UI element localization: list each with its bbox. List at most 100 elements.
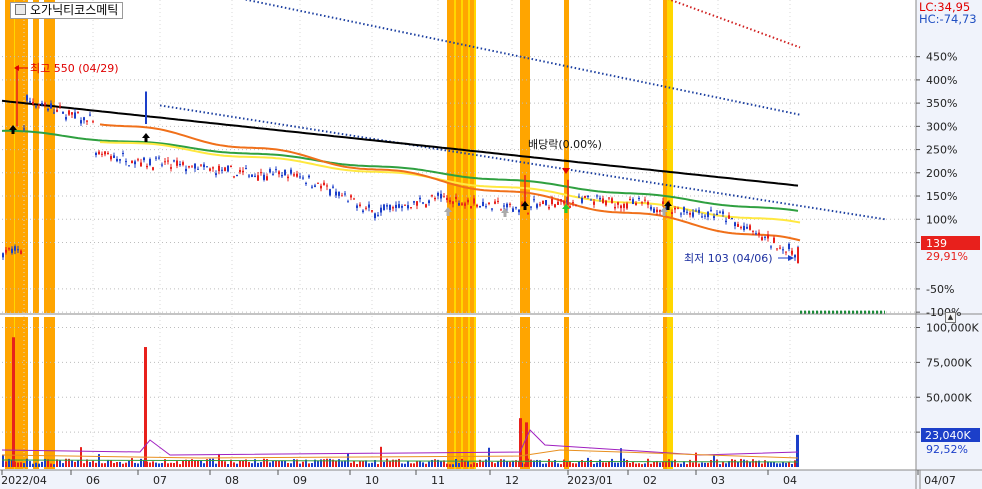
volume-bar [665,461,667,467]
candle-body [614,206,616,209]
candle-body [491,208,493,210]
stock-chart: 450%400%350%300%250%200%150%100%50%-50%-… [0,0,982,489]
volume-bar [413,463,415,467]
volume-spike-bar [525,422,528,467]
candle-body [728,215,730,219]
candle-body [767,234,769,239]
candle-body [398,204,400,208]
volume-bar [446,463,448,467]
volume-bar [359,461,361,467]
volume-bar [599,459,601,467]
candle-body [470,206,472,209]
volume-bar [281,460,283,467]
candle-body [452,201,454,204]
volume-bar [548,459,550,467]
candle-body [134,161,136,165]
candle-body [734,222,736,227]
candle-body [329,189,331,196]
volume-bar [89,462,91,467]
candle-body [92,121,94,123]
volume-bar [170,462,172,467]
volume-bar [158,463,160,467]
volume-bar [569,461,571,467]
volume-bar [680,463,682,467]
volume-bar [641,464,643,467]
candle-body [773,237,775,244]
volume-bar [506,461,508,467]
y-tick-label: -100% [926,306,961,319]
volume-bar [260,462,262,467]
volume-bar [779,463,781,467]
volume-bar [161,462,163,467]
candle-body [716,213,718,215]
candle-body [683,207,685,213]
volume-tick-label: 75,000K [926,356,972,369]
stock-name-tag[interactable]: 오가닉티코스메틱 [10,2,124,19]
volume-bar [335,460,337,467]
volume-bar [752,459,754,467]
candle-body [512,208,514,212]
volume-panel-toggle-icon[interactable]: ▲ [945,312,956,323]
volume-bar [632,461,634,467]
y-tick-label: 200% [926,167,957,180]
candle-body [197,168,199,170]
volume-bar [749,461,751,467]
volume-bar [566,461,568,467]
volume-bar [776,463,778,467]
candle-body [158,157,160,159]
volume-bar [353,460,355,467]
candle-body [362,210,364,212]
candle-body [548,207,550,209]
hc-label: HC:-74,73 [919,12,977,26]
volume-bar [416,461,418,467]
stock-name: 오가닉티코스메틱 [30,3,119,17]
candle-body [56,109,58,112]
candle-body [179,164,181,166]
volume-bar [452,464,454,467]
x-axis-background [0,470,982,489]
candle-body [38,104,40,106]
candle-body [416,201,418,206]
candle-body [254,175,256,177]
candle-body [227,165,229,172]
candle-body [242,170,244,173]
volume-bar [485,459,487,467]
highlight-stripe [461,0,463,313]
volume-bar [731,459,733,467]
volume-bar [38,463,40,467]
candle-body [326,185,328,187]
volume-bar [542,463,544,467]
high-annotation: 최고 550 (04/29) [30,62,119,75]
volume-bar [278,460,280,467]
low-annotation: 최저 103 (04/06) [684,252,773,265]
volume-bar [617,462,619,467]
candle-body [101,153,103,155]
y-tick-label: 250% [926,144,957,157]
candle-body [437,192,439,196]
y-tick-label: 400% [926,74,957,87]
volume-bar [134,462,136,467]
candle-body [545,200,547,206]
candle-body [788,243,790,250]
volume-bar [197,460,199,467]
volume-bar [734,459,736,467]
candle-body [260,172,262,174]
candle-body [389,204,391,210]
highlight-stripe-volume [454,317,456,469]
stock-type-icon [15,4,26,15]
volume-bar [356,464,358,467]
candle-body [761,237,763,241]
candle-body [455,196,457,199]
volume-bar [692,462,694,467]
candle-body [464,203,466,206]
volume-bar [224,461,226,467]
candle-body [68,110,70,115]
volume-bar [203,463,205,467]
candle-body [791,250,793,255]
candle-body [695,210,697,212]
candle-body [503,205,505,207]
volume-badge-value: 23,040K [925,429,971,442]
volume-bar [596,462,598,467]
volume-bar [650,463,652,467]
candle-body [770,246,772,248]
